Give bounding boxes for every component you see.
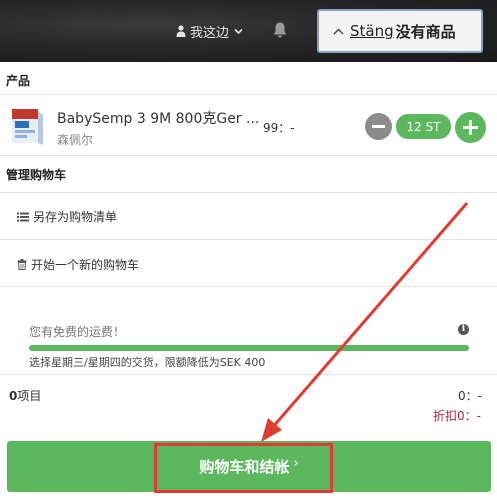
divider (0, 155, 497, 156)
bell-icon[interactable] (272, 21, 288, 39)
product-brand: 森佩尔 (57, 133, 94, 147)
free-shipping-title: 您有免费的运费！ (29, 325, 126, 339)
chevron-up-icon (333, 28, 344, 34)
items-count: 0项目 (9, 387, 41, 404)
new-cart-link[interactable]: 开始一个新的购物车 (17, 256, 139, 273)
annotation-arrow (261, 202, 469, 442)
user-menu-label: 我这边 (190, 25, 230, 41)
divider (0, 239, 497, 240)
user-menu[interactable]: 我这边 (176, 21, 243, 41)
checkout-label: 购物车和结帐 (199, 458, 290, 476)
cart-empty-label: 没有商品 (395, 22, 456, 41)
user-icon (176, 25, 186, 37)
divider (0, 286, 497, 287)
product-image[interactable] (9, 107, 45, 147)
manage-cart-heading: 管理购物车 (6, 168, 67, 182)
top-header: 我这边 Stäng 没有商品 (0, 0, 497, 62)
shipping-progress-bar (29, 345, 469, 351)
cart-close-link[interactable]: Stäng (350, 22, 394, 40)
product-name[interactable]: BabySemp 3 9M 800克Ger ... (57, 108, 259, 128)
product-price: 99：- (263, 121, 295, 135)
items-count-label: 项目 (17, 389, 42, 403)
decrease-quantity-button[interactable] (365, 113, 392, 140)
chevron-right-icon: › (293, 456, 299, 471)
quantity-field[interactable]: 12 ST (396, 114, 451, 139)
save-as-list-label: 另存为购物清单 (33, 210, 118, 224)
divider (0, 94, 497, 95)
discount-label: 折扣 (433, 409, 458, 423)
checkout-button[interactable]: 购物车和结帐 › (7, 441, 491, 492)
shipping-note: 选择星期三/星期四的交货，限额降低为SEK 400 (29, 356, 266, 369)
save-as-list-link[interactable]: 另存为购物清单 (17, 208, 117, 225)
list-icon (17, 212, 29, 221)
minus-icon (372, 125, 385, 128)
trash-icon (17, 259, 27, 270)
products-heading: 产品 (6, 74, 31, 88)
header-cart-button[interactable]: Stäng 没有商品 (317, 9, 483, 53)
divider (0, 192, 497, 193)
chevron-down-icon (234, 28, 243, 34)
total-value: 0：- (458, 389, 482, 403)
increase-quantity-button[interactable] (455, 112, 486, 143)
divider (0, 374, 497, 375)
info-icon[interactable]: i (458, 324, 469, 335)
discount-row: 折扣0：- (433, 407, 481, 424)
new-cart-label: 开始一个新的购物车 (31, 258, 140, 272)
discount-value: 0：- (457, 409, 481, 423)
